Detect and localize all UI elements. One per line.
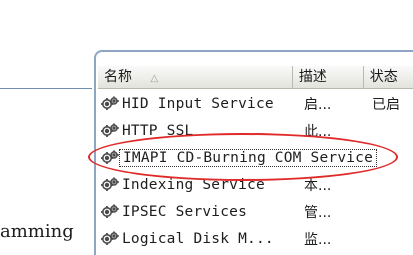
service-name: IPSEC Services [122,203,248,220]
gear-icon [98,201,122,223]
service-row[interactable]: Indexing Service 本... [98,171,413,198]
service-name: HID Input Service [122,95,274,112]
service-description: 本... [304,177,332,194]
service-description: 管... [304,204,332,221]
column-header-name-label: 名称 [104,69,132,85]
column-header-description[interactable]: 描述 [293,66,364,88]
service-row[interactable]: Logical Disk M... 监... [98,225,413,252]
service-description: 此... [304,123,332,140]
services-list: HID Input Service 启... 已启 HTTP SSL 此... … [98,90,413,252]
column-header: 名称 △ 描述 状态 [98,66,413,89]
service-row[interactable]: IPSEC Services 管... [98,198,413,225]
service-row-selected[interactable]: IMAPI CD-Burning COM Service [98,144,413,171]
gear-icon [98,93,122,115]
service-name: HTTP SSL [122,122,194,139]
service-description: 启... [304,96,332,113]
gear-icon [98,120,122,142]
services-window: amming 名称 △ 描述 状态 HID Input Service 启...… [0,0,413,255]
service-name: IMAPI CD-Burning COM Service [118,148,378,167]
service-description: 监... [304,231,332,248]
left-pane: amming [0,0,98,255]
service-row[interactable]: HID Input Service 启... 已启 [98,90,413,117]
service-name: Logical Disk M... [122,230,274,247]
left-pane-text: amming [0,221,74,242]
sort-up-icon: △ [150,73,159,84]
column-header-status[interactable]: 状态 [364,66,413,88]
gear-icon [98,174,122,196]
service-name: Indexing Service [122,176,265,193]
service-row[interactable]: HTTP SSL 此... [98,117,413,144]
gear-icon [98,228,122,250]
left-pane-divider [0,88,92,89]
column-header-name[interactable]: 名称 △ [98,66,293,88]
gear-icon [98,147,122,169]
service-status: 已启 [372,96,400,113]
